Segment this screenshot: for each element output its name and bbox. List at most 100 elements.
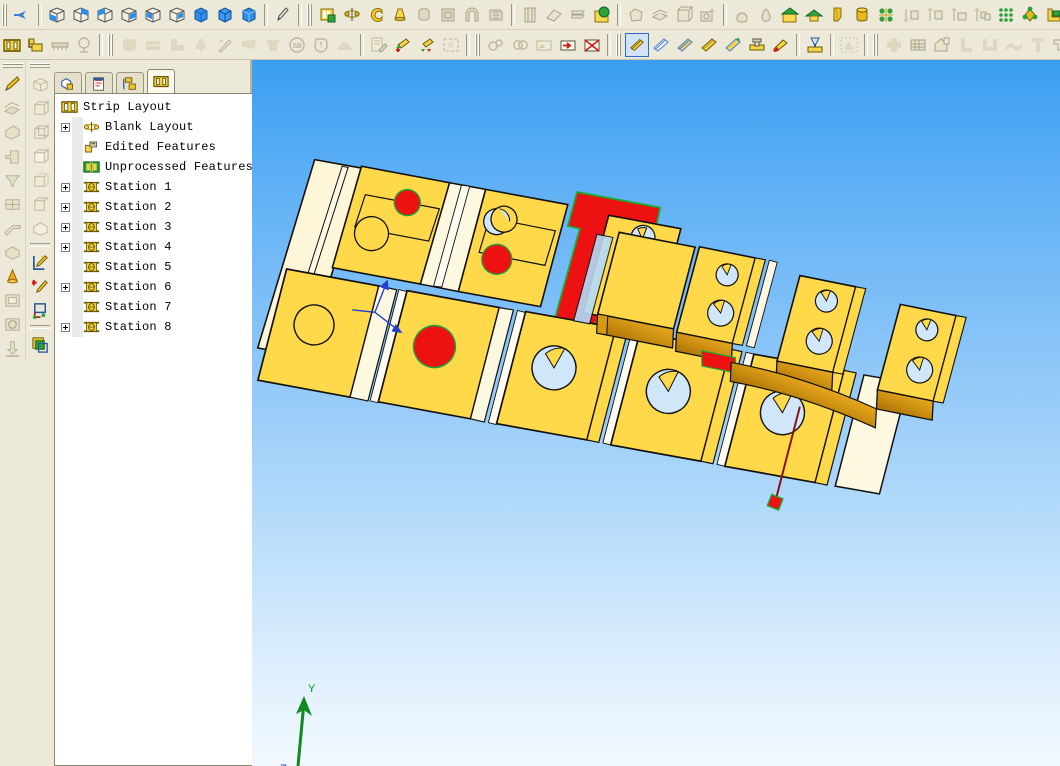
red-knife-icon[interactable] (769, 33, 793, 57)
red-x-box-icon[interactable] (580, 33, 604, 57)
blob-gray-icon[interactable] (117, 33, 141, 57)
strip-layout-green-icon[interactable] (316, 3, 340, 27)
cube-wire2-icon[interactable] (28, 96, 52, 120)
press-gray-icon[interactable] (48, 33, 72, 57)
graphics-window[interactable]: Y Z (252, 60, 1060, 766)
transfer-down-icon[interactable] (898, 3, 922, 27)
lshape-gray-icon[interactable] (165, 33, 189, 57)
cube-wire5-icon[interactable] (28, 168, 52, 192)
shade-cube-edges-icon[interactable] (213, 3, 237, 27)
tree-node-station-6[interactable]: Station 6 (55, 277, 252, 297)
circles-overlap-gray-icon[interactable] (508, 33, 532, 57)
die-insert-icon[interactable] (518, 3, 542, 27)
green-nodes-icon[interactable] (874, 3, 898, 27)
expand-toggle[interactable] (61, 322, 70, 332)
transfer-copy-icon[interactable] (970, 3, 994, 27)
toolbar-grip[interactable] (306, 3, 313, 26)
toolbar-grip[interactable] (2, 62, 23, 69)
cone-gold-icon[interactable] (1, 264, 25, 288)
assembly-navigator-tab[interactable] (54, 72, 82, 94)
toolbar-grip[interactable] (615, 33, 622, 56)
scrap-gray-icon[interactable] (72, 33, 96, 57)
slope-gray-icon[interactable] (1, 216, 25, 240)
gold-fold-icon[interactable] (826, 3, 850, 27)
cube-shaded-icon[interactable] (28, 216, 52, 240)
cube-back-icon[interactable] (165, 3, 189, 27)
layers-green-icon[interactable] (28, 332, 52, 356)
strip-yellow-sel-icon[interactable] (625, 32, 649, 57)
dashed-box-icon[interactable] (439, 33, 463, 57)
strip-layout-active-icon[interactable] (0, 33, 24, 57)
pencil-new-icon[interactable] (28, 250, 52, 274)
solid-chunk-icon[interactable] (624, 3, 648, 27)
arch-gray-icon[interactable] (460, 3, 484, 27)
drop-gray-icon[interactable] (754, 3, 778, 27)
toolbar-grip[interactable] (872, 33, 879, 56)
tree-node-unprocessed-features[interactable]: Unprocessed Features (55, 157, 252, 177)
bend-wave-icon[interactable] (1002, 33, 1026, 57)
strip-blue2-icon[interactable] (673, 33, 697, 57)
constraint-navigator-tab[interactable] (116, 72, 144, 94)
shade-cube-icon[interactable] (189, 3, 213, 27)
shade-cube-solid-icon[interactable] (237, 3, 261, 27)
cube-wire3-icon[interactable] (28, 120, 52, 144)
sb-circle-icon[interactable]: SB (285, 33, 309, 57)
expand-toggle[interactable] (61, 282, 70, 292)
strip-layout-tab[interactable] (147, 69, 175, 94)
press-head-icon[interactable] (803, 33, 827, 57)
toolbar-grip[interactable] (474, 33, 481, 56)
green-sphere-box-icon[interactable] (590, 3, 614, 27)
cube-right-icon[interactable] (141, 3, 165, 27)
tree-gray-icon[interactable] (189, 33, 213, 57)
tshirt-gray-icon[interactable] (261, 33, 285, 57)
pen-tool-icon[interactable] (271, 3, 295, 27)
toolbar-grip[interactable] (107, 33, 114, 56)
tree-node-strip-layout[interactable]: Strip Layout (55, 94, 252, 117)
bend-u-icon[interactable] (978, 33, 1002, 57)
shield-gray-icon[interactable] (309, 33, 333, 57)
toolbar-grip[interactable] (1, 3, 8, 26)
green-nodes2-icon[interactable] (1018, 3, 1042, 27)
tree-node-edited-features[interactable]: Edited Features (55, 137, 252, 157)
blank-layout-yellow-icon[interactable] (24, 33, 48, 57)
frame-gray-icon[interactable] (1, 288, 25, 312)
circles-link-gray-icon[interactable] (484, 33, 508, 57)
red-arrow-box-icon[interactable] (556, 33, 580, 57)
tree-node-station-3[interactable]: Station 3 (55, 217, 252, 237)
corner-gray-icon[interactable] (1, 120, 25, 144)
strip-layout-tree[interactable]: Strip Layout Blank Layout Edited Feature… (54, 93, 252, 766)
green-roof-icon[interactable] (802, 3, 826, 27)
fold-sheet-icon[interactable] (648, 3, 672, 27)
note-pencil-icon[interactable] (367, 33, 391, 57)
ring-gray-icon[interactable] (1, 312, 25, 336)
expand-toggle[interactable] (61, 122, 70, 132)
wand-gray-icon[interactable] (213, 33, 237, 57)
layer-gray-icon[interactable] (484, 3, 508, 27)
tree-node-station-7[interactable]: Station 7 (55, 297, 252, 317)
c-shape-icon[interactable] (364, 3, 388, 27)
pencil-plus-icon[interactable] (28, 274, 52, 298)
fold-gray-icon[interactable] (1, 96, 25, 120)
box-wire-icon[interactable] (672, 3, 696, 27)
grid-gray-icon[interactable] (906, 33, 930, 57)
green-dots-grid-icon[interactable] (994, 3, 1018, 27)
strip-yellow2-icon[interactable] (697, 33, 721, 57)
square-gray-icon[interactable] (436, 3, 460, 27)
green-arrow-double-icon[interactable] (415, 33, 439, 57)
image-gray-icon[interactable] (532, 33, 556, 57)
mountain-dashed-icon[interactable] (837, 33, 861, 57)
pen-gold-icon[interactable] (1, 72, 25, 96)
green-arrow-fold-icon[interactable] (391, 33, 415, 57)
expand-toggle[interactable] (61, 242, 70, 252)
hill-gray-icon[interactable] (333, 33, 357, 57)
cylinder-gray-icon[interactable] (412, 3, 436, 27)
camera-sparkle-icon[interactable] (696, 3, 720, 27)
tree-node-station-4[interactable]: Station 4 (55, 237, 252, 257)
punch-icon[interactable] (542, 3, 566, 27)
green-home-icon[interactable] (778, 3, 802, 27)
yellow-chair-icon[interactable] (1042, 3, 1060, 27)
cube-trimetric-icon[interactable] (45, 3, 69, 27)
dome-gray-icon[interactable] (730, 3, 754, 27)
strip-blue-icon[interactable] (649, 33, 673, 57)
cube-isometric-icon[interactable] (69, 3, 93, 27)
